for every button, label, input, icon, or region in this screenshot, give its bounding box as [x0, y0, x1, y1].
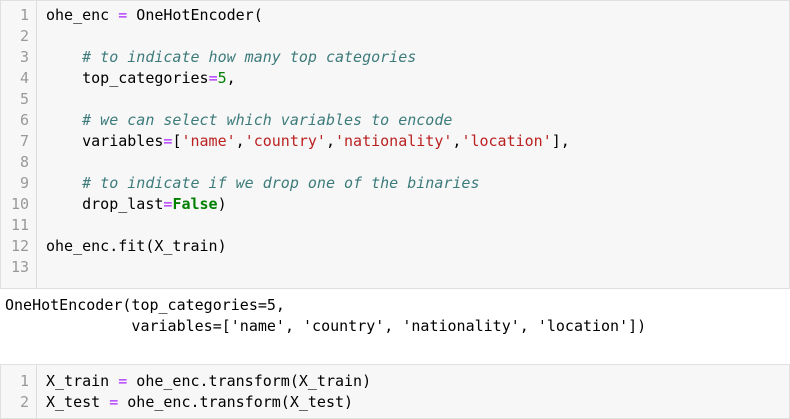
code-token: 'nationality' [335, 132, 453, 150]
code-line: 13 [1, 257, 789, 278]
code-line: 2 [1, 26, 789, 47]
code-text: # to indicate if we drop one of the bina… [46, 173, 479, 194]
code-token: drop_last [46, 195, 164, 213]
code-token: = [118, 372, 128, 390]
output-line: variables=['name', 'country', 'nationali… [5, 317, 647, 335]
code-line: 2 X_test = ohe_enc.transform(X_test) [1, 392, 789, 413]
line-number: 2 [19, 27, 29, 45]
code-token: False [172, 195, 218, 213]
code-token: # to indicate how many top categories [46, 48, 417, 66]
code-token: OneHotEncoder( [127, 6, 263, 24]
code-text: ohe_enc = OneHotEncoder( [46, 5, 263, 26]
code-line: 5 [1, 89, 789, 110]
code-line: 10 drop_last=False) [1, 194, 789, 215]
line-number: 6 [19, 111, 29, 129]
code-token: top_categories [46, 69, 209, 87]
line-number: 11 [10, 216, 29, 234]
code-token: = [109, 393, 119, 411]
code-line: 12 ohe_enc.fit(X_train) [1, 236, 789, 257]
code-text: variables=['name','country','nationality… [46, 131, 570, 152]
code-text: ohe_enc.fit(X_train) [46, 236, 227, 257]
code-line: 7 variables=['name','country','nationali… [1, 131, 789, 152]
cell-output: OneHotEncoder(top_categories=5, variable… [5, 295, 646, 337]
code-line: 11 [1, 215, 789, 236]
line-number: 1 [19, 6, 29, 24]
code-text: # to indicate how many top categories [46, 47, 416, 68]
line-number: 7 [19, 132, 29, 150]
code-line: 3 # to indicate how many top categories [1, 47, 789, 68]
code-text: X_test = ohe_enc.transform(X_test) [46, 392, 353, 413]
code-cell-2[interactable]: 1 X_train = ohe_enc.transform(X_train) 2 X_… [0, 364, 790, 419]
code-text: drop_last=False) [46, 194, 227, 215]
code-token: ) [217, 195, 227, 213]
code-token: variables [46, 132, 164, 150]
code-token: 5 [217, 69, 227, 87]
code-line: 8 [1, 152, 789, 173]
line-number: 3 [19, 48, 29, 66]
line-number: 9 [19, 174, 29, 192]
code-token: # to indicate if we drop one of the bina… [46, 174, 480, 192]
code-token: 'name' [181, 132, 236, 150]
line-number: 4 [19, 69, 29, 87]
code-token: 'country' [244, 132, 326, 150]
output-line: OneHotEncoder(top_categories=5, [5, 296, 285, 314]
code-token: ], [551, 132, 570, 150]
code-line: 9 # to indicate if we drop one of the bi… [1, 173, 789, 194]
line-number: 10 [10, 195, 29, 213]
line-number: 2 [19, 393, 29, 411]
line-number: 5 [19, 90, 29, 108]
code-line: 1 X_train = ohe_enc.transform(X_train) [1, 371, 789, 392]
code-text: top_categories=5, [46, 68, 236, 89]
code-text: X_train = ohe_enc.transform(X_train) [46, 371, 371, 392]
code-token: = [208, 69, 218, 87]
code-text: # we can select which variables to encod… [46, 110, 452, 131]
code-token: , [235, 132, 245, 150]
code-token: X_test [46, 393, 110, 411]
code-token: 'location' [461, 132, 552, 150]
code-token: = [118, 6, 128, 24]
code-token: , [325, 132, 335, 150]
code-token: ohe_enc [46, 6, 119, 24]
code-token: # we can select which variables to encod… [46, 111, 453, 129]
code-cell-1[interactable]: 1 ohe_enc = OneHotEncoder( 2 3 # to indicat… [0, 0, 790, 289]
code-line: 1 ohe_enc = OneHotEncoder( [1, 5, 789, 26]
line-number: 12 [10, 237, 29, 255]
code-token: ohe_enc.fit(X_train) [46, 237, 227, 255]
code-line: 6 # we can select which variables to enc… [1, 110, 789, 131]
line-number: 13 [10, 258, 29, 276]
code-token: ohe_enc.transform(X_train) [127, 372, 372, 390]
code-token: X_train [46, 372, 119, 390]
code-token: , [226, 69, 236, 87]
code-line: 4 top_categories=5, [1, 68, 789, 89]
line-number: 1 [19, 372, 29, 390]
code-token: ohe_enc.transform(X_test) [118, 393, 354, 411]
line-number: 8 [19, 153, 29, 171]
